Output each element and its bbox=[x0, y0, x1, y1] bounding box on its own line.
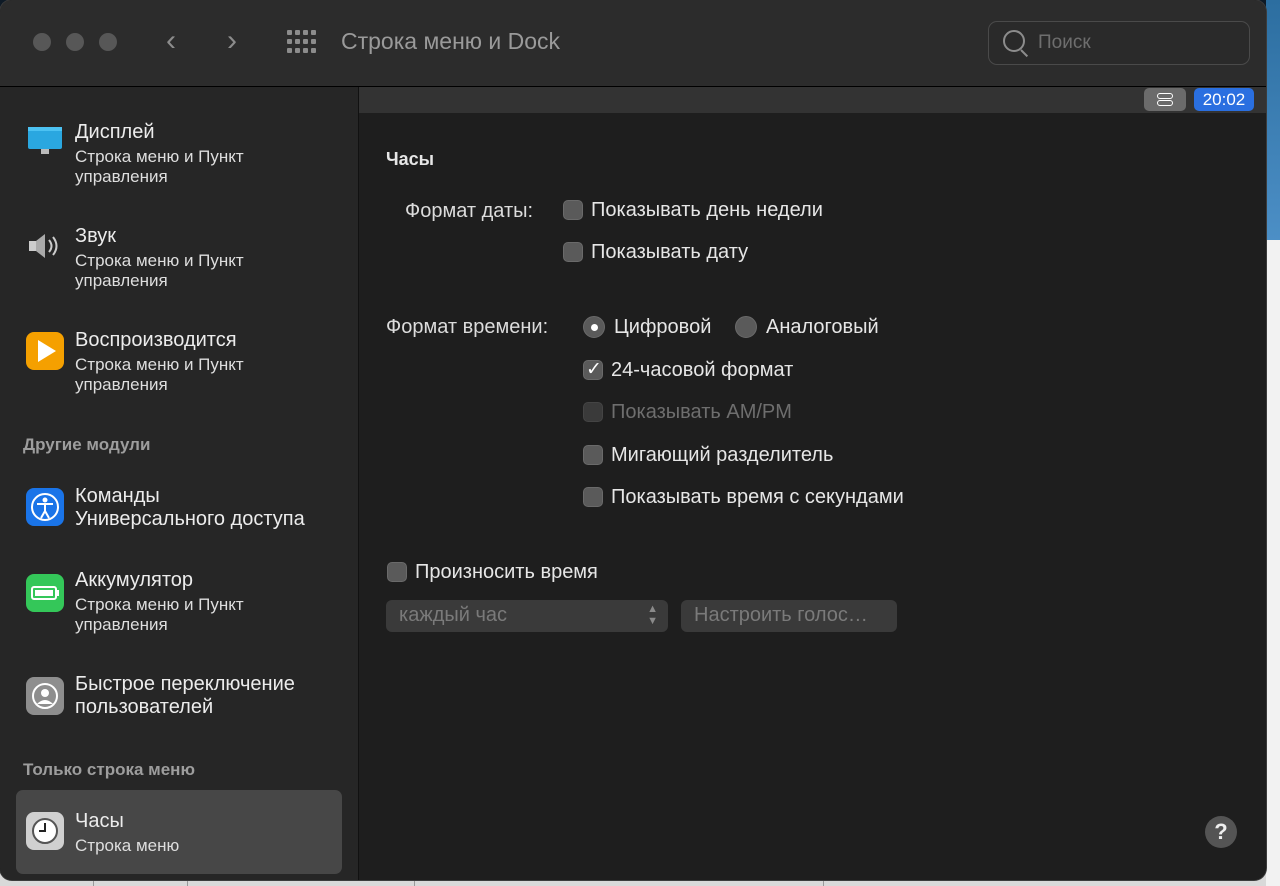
time-format-label: Формат времени: bbox=[386, 316, 549, 338]
menubar-clock-preview: 20:02 bbox=[1194, 88, 1254, 111]
announce-interval-value: каждый час bbox=[399, 604, 508, 626]
show-seconds-checkbox[interactable] bbox=[583, 487, 603, 507]
search-icon bbox=[1003, 30, 1025, 52]
sidebar-item-title: Быстрое переключение bbox=[75, 673, 295, 695]
show-date-label[interactable]: Показывать дату bbox=[591, 241, 748, 264]
play-icon bbox=[26, 332, 64, 370]
sidebar-item-subtitle: управления bbox=[75, 271, 168, 290]
section-header-other: Другие модули bbox=[23, 435, 151, 454]
announce-time-label[interactable]: Произносить время bbox=[415, 561, 598, 584]
clock-settings-pane: 20:02 Часы Формат даты: Показывать день … bbox=[359, 87, 1266, 880]
sidebar-item-title: Звук bbox=[75, 225, 117, 247]
analog-radio[interactable] bbox=[735, 316, 757, 338]
radio-selected-dot bbox=[591, 324, 598, 331]
sidebar-item-now-playing[interactable]: Воспроизводится Строка меню и Пункт упра… bbox=[16, 317, 342, 401]
zoom-window-button[interactable] bbox=[99, 33, 117, 51]
accessibility-icon bbox=[26, 488, 64, 526]
desktop-wallpaper-strip bbox=[1266, 0, 1280, 240]
close-window-button[interactable] bbox=[33, 33, 51, 51]
control-center-icon bbox=[1144, 88, 1186, 111]
sidebar: Дисплей Строка меню и Пункт управления З… bbox=[0, 87, 359, 880]
analog-label[interactable]: Аналоговый bbox=[766, 316, 879, 339]
sidebar-item-title: Часы bbox=[75, 810, 124, 832]
sidebar-item-title: Воспроизводится bbox=[75, 329, 237, 351]
show-seconds-label[interactable]: Показывать время с секундами bbox=[611, 486, 904, 509]
window-title: Строка меню и Dock bbox=[341, 28, 561, 54]
sidebar-item-subtitle: Строка меню и Пункт bbox=[75, 355, 244, 374]
titlebar: ‹ › Строка меню и Dock Поиск bbox=[0, 0, 1266, 87]
sidebar-item-subtitle: управления bbox=[75, 375, 168, 394]
customize-voice-button: Настроить голос… bbox=[681, 600, 897, 632]
24-hour-checkbox[interactable]: ✓ bbox=[583, 359, 603, 380]
checkmark-icon: ✓ bbox=[586, 359, 602, 380]
minimize-window-button[interactable] bbox=[66, 33, 84, 51]
24-hour-label[interactable]: 24-часовой формат bbox=[611, 359, 793, 382]
sidebar-item-subtitle: управления bbox=[75, 167, 168, 186]
forward-button[interactable]: › bbox=[227, 26, 237, 56]
sidebar-item-clock[interactable]: Часы Строка меню bbox=[16, 790, 342, 874]
back-button[interactable]: ‹ bbox=[166, 26, 176, 56]
show-all-grid-icon[interactable] bbox=[287, 30, 317, 54]
sidebar-item-subtitle: Строка меню и Пункт bbox=[75, 595, 244, 614]
section-header-menubar-only: Только строка меню bbox=[23, 760, 195, 779]
sidebar-item-accessibility[interactable]: Команды Универсального доступа bbox=[16, 473, 342, 557]
search-placeholder: Поиск bbox=[1038, 32, 1091, 53]
show-ampm-label: Показывать AM/PM bbox=[611, 401, 792, 423]
sidebar-item-sound[interactable]: Звук Строка меню и Пункт управления bbox=[16, 213, 342, 297]
show-ampm-checkbox bbox=[583, 402, 603, 422]
sidebar-item-subtitle: Строка меню и Пункт bbox=[75, 147, 244, 166]
customize-voice-label: Настроить голос… bbox=[694, 604, 868, 626]
help-button[interactable]: ? bbox=[1205, 816, 1237, 848]
sidebar-item-title: Команды bbox=[75, 485, 160, 507]
digital-radio[interactable] bbox=[583, 316, 605, 338]
date-format-label: Формат даты: bbox=[405, 200, 534, 222]
sidebar-item-title: Универсального доступа bbox=[75, 508, 305, 530]
sidebar-item-subtitle: управления bbox=[75, 615, 168, 634]
sidebar-item-title: Аккумулятор bbox=[75, 569, 194, 591]
announce-interval-select: каждый час ▲ ▼ bbox=[386, 600, 668, 632]
menubar-preview: 20:02 bbox=[359, 87, 1266, 113]
announce-time-checkbox[interactable] bbox=[387, 562, 407, 582]
sound-icon bbox=[26, 228, 64, 266]
chevron-updown-icon: ▲ ▼ bbox=[647, 603, 658, 627]
sidebar-item-title: Дисплей bbox=[75, 121, 155, 143]
battery-icon bbox=[26, 574, 64, 612]
system-preferences-window: ‹ › Строка меню и Dock Поиск Дисплей Стр… bbox=[0, 0, 1266, 880]
sidebar-item-title: пользователей bbox=[75, 696, 214, 718]
digital-label[interactable]: Цифровой bbox=[614, 316, 711, 339]
display-icon bbox=[26, 121, 64, 159]
sidebar-item-subtitle: Строка меню bbox=[75, 836, 180, 855]
sidebar-item-subtitle: Строка меню и Пункт bbox=[75, 251, 244, 270]
search-field[interactable]: Поиск bbox=[988, 21, 1250, 65]
flash-separators-label[interactable]: Мигающий разделитель bbox=[611, 444, 833, 467]
sidebar-item-fast-user-switching[interactable]: Быстрое переключение пользователей bbox=[16, 663, 342, 747]
sidebar-item-battery[interactable]: Аккумулятор Строка меню и Пункт управлен… bbox=[16, 569, 342, 653]
sidebar-item-display[interactable]: Дисплей Строка меню и Пункт управления bbox=[16, 109, 342, 193]
user-switch-icon bbox=[26, 677, 64, 715]
desktop-background-right bbox=[1266, 0, 1280, 886]
show-weekday-checkbox[interactable] bbox=[563, 200, 583, 220]
show-date-checkbox[interactable] bbox=[563, 242, 583, 262]
show-weekday-label[interactable]: Показывать день недели bbox=[591, 199, 823, 222]
flash-separators-checkbox[interactable] bbox=[583, 445, 603, 465]
clock-icon bbox=[26, 812, 64, 850]
clock-heading: Часы bbox=[386, 149, 435, 169]
